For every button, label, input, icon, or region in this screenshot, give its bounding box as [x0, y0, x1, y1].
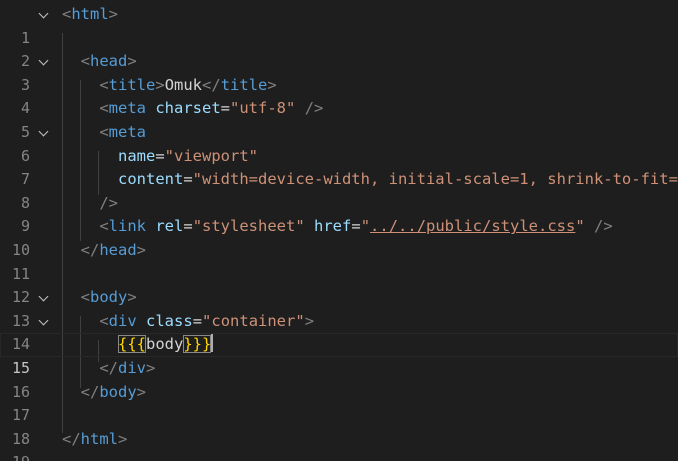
- text-cursor: [211, 334, 214, 353]
- code-line[interactable]: 1 <html>: [0, 3, 678, 47]
- line-number: 19: [0, 451, 30, 461]
- code-text: <link rel="stylesheet" href="../../publi…: [99, 217, 613, 236]
- fold-chevron-icon[interactable]: [38, 8, 49, 19]
- code-text: <body>: [80, 288, 137, 307]
- code-text: </body>: [80, 382, 147, 401]
- code-line[interactable]: 17 </body>: [0, 381, 678, 425]
- code-line[interactable]: 18: [0, 404, 678, 448]
- code-line-current[interactable]: 15 {{{body}}}: [0, 333, 678, 377]
- code-line[interactable]: 7 name="viewport": [0, 145, 678, 189]
- stylesheet-link[interactable]: ../../public/style.css: [370, 217, 575, 235]
- code-text: <html>: [62, 5, 119, 23]
- code-line[interactable]: 19 </html>: [0, 428, 678, 461]
- code-text: </head>: [80, 241, 147, 259]
- fold-chevron-icon[interactable]: [38, 55, 49, 66]
- code-text: />: [99, 193, 118, 212]
- fold-chevron-icon[interactable]: [38, 315, 49, 326]
- code-line[interactable]: 13 <body>: [0, 286, 678, 330]
- code-text: <head>: [80, 52, 137, 71]
- code-line[interactable]: 5 <meta charset="utf-8" />: [0, 97, 678, 141]
- code-line[interactable]: 8 content="width=device-width, initial-s…: [0, 168, 678, 212]
- code-text: <meta: [99, 123, 146, 141]
- code-line[interactable]: 12: [0, 263, 678, 306]
- code-line[interactable]: 3 <head>: [0, 50, 678, 94]
- code-line[interactable]: 10 <link rel="stylesheet" href="../../pu…: [0, 215, 678, 259]
- code-line[interactable]: 11 </head>: [0, 239, 678, 283]
- code-text: content="width=device-width, initial-sca…: [118, 170, 678, 189]
- fold-chevron-icon[interactable]: [38, 291, 49, 302]
- code-text: {{{body}}}: [118, 334, 214, 354]
- code-line[interactable]: 9 />: [0, 192, 678, 236]
- code-text: <meta charset="utf-8" />: [99, 99, 324, 118]
- code-line[interactable]: 14 <div class="container">: [0, 310, 678, 354]
- code-line[interactable]: 2: [0, 27, 678, 70]
- code-editor[interactable]: 1 <html> 2 3 <head> 4 <title>Omuk</title…: [0, 0, 678, 461]
- code-text: name="viewport": [118, 146, 258, 165]
- code-text: </div>: [99, 359, 156, 377]
- code-line[interactable]: 6 <meta: [0, 121, 678, 165]
- code-line[interactable]: 16 </div>: [0, 357, 678, 401]
- code-text: </html>: [62, 429, 128, 448]
- code-line[interactable]: 4 <title>Omuk</title>: [0, 74, 678, 118]
- code-text: <div class="container">: [99, 311, 315, 330]
- fold-chevron-icon[interactable]: [38, 126, 49, 137]
- code-text: <title>Omuk</title>: [99, 75, 277, 94]
